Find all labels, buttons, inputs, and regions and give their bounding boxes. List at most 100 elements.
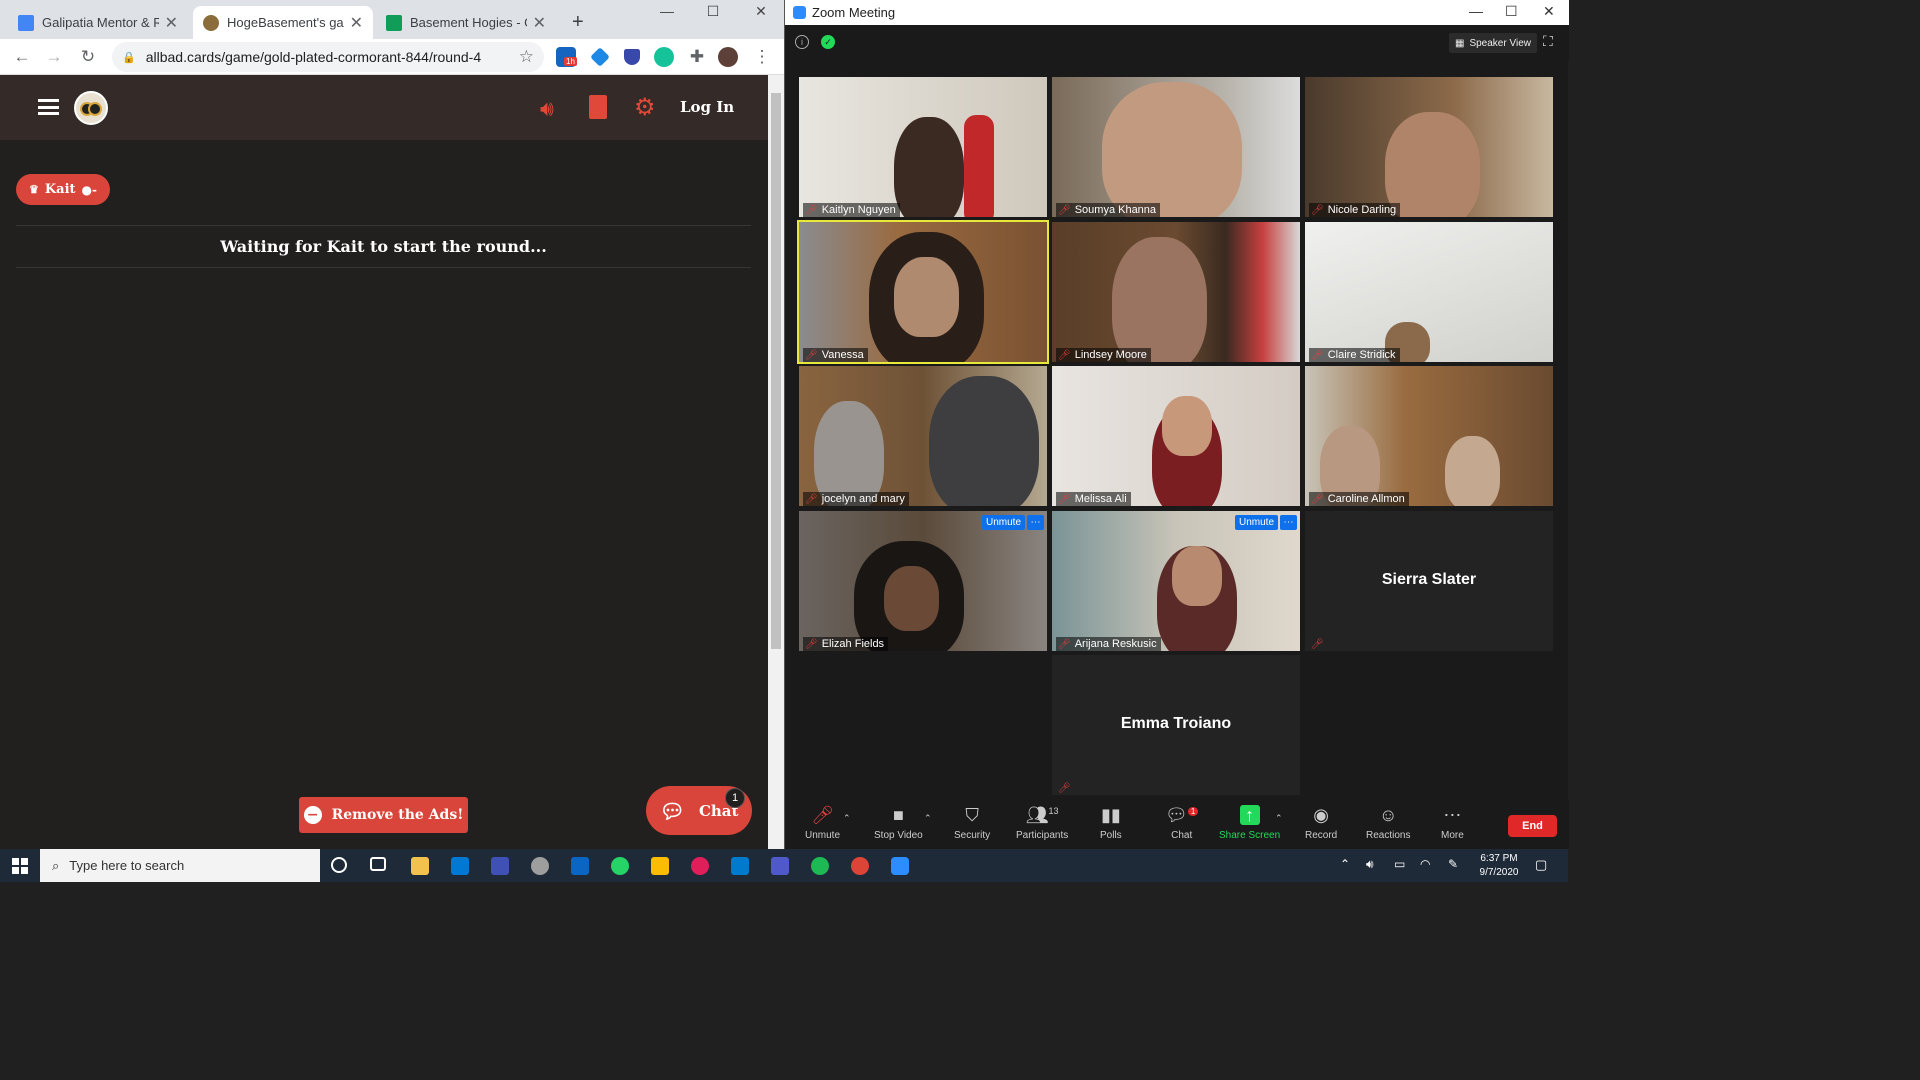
video-tile[interactable]: 🎤︎ Claire Stridick bbox=[1305, 222, 1553, 362]
video-tile[interactable]: 🎤︎ Lindsey Moore bbox=[1052, 222, 1300, 362]
unmute-participant-button[interactable]: Unmute bbox=[982, 515, 1026, 530]
app-icon[interactable] bbox=[531, 857, 549, 875]
video-tile[interactable]: 🎤︎ Nicole Darling bbox=[1305, 77, 1553, 217]
end-meeting-button[interactable]: End bbox=[1508, 815, 1557, 837]
back-icon[interactable]: ← bbox=[10, 45, 34, 69]
scrollbar-thumb[interactable] bbox=[771, 93, 781, 649]
teams-icon[interactable] bbox=[771, 857, 789, 875]
task-view-icon[interactable] bbox=[370, 857, 386, 871]
keep-icon[interactable] bbox=[651, 857, 669, 875]
security-button[interactable]: ⛉ Security bbox=[954, 805, 990, 841]
zoom-icon[interactable] bbox=[891, 857, 909, 875]
video-tile-no-video[interactable]: Emma Troiano 🎤︎ bbox=[1052, 655, 1300, 795]
video-tile[interactable]: 🎤︎ Melissa Ali bbox=[1052, 366, 1300, 506]
calculator-icon[interactable] bbox=[491, 857, 509, 875]
battery-icon[interactable]: ▭ bbox=[1394, 857, 1405, 871]
windows-start-icon[interactable] bbox=[0, 849, 40, 882]
spotify-icon[interactable] bbox=[811, 857, 829, 875]
polls-button[interactable]: ▮▮ Polls bbox=[1100, 805, 1122, 841]
puzzle-extensions-icon[interactable]: ✚ bbox=[685, 45, 709, 69]
close-icon[interactable]: ✕ bbox=[533, 13, 546, 33]
divider bbox=[16, 225, 751, 226]
chrome-icon[interactable] bbox=[851, 857, 869, 875]
grammarly-icon[interactable] bbox=[654, 47, 674, 67]
hamburger-icon[interactable] bbox=[38, 99, 59, 115]
video-tile[interactable]: 🎤︎ Kaitlyn Nguyen bbox=[799, 77, 1047, 217]
chat-button[interactable]: 💬︎ 1 Chat bbox=[1165, 805, 1199, 841]
system-clock[interactable]: 6:37 PM 9/7/2020 bbox=[1470, 852, 1528, 880]
divider bbox=[16, 267, 751, 268]
login-link[interactable]: Log In bbox=[680, 98, 734, 116]
tab-basement-hogies[interactable]: Basement Hogies - G ✕ bbox=[376, 6, 556, 39]
video-tile[interactable]: 🎤︎ Caroline Allmon bbox=[1305, 366, 1553, 506]
minimize-icon[interactable]: — bbox=[644, 0, 690, 22]
profile-avatar[interactable] bbox=[718, 47, 738, 67]
video-tile[interactable]: 🎤︎ Soumya Khanna bbox=[1052, 77, 1300, 217]
owl-logo[interactable] bbox=[74, 91, 108, 125]
video-tile[interactable]: Unmute ⋯ 🎤︎ Arijana Reskusic bbox=[1052, 511, 1300, 651]
info-icon[interactable]: i bbox=[795, 35, 809, 49]
record-button[interactable]: ◉ Record bbox=[1305, 805, 1337, 841]
maximize-icon[interactable]: ☐ bbox=[1505, 3, 1518, 20]
mail-icon[interactable] bbox=[451, 857, 469, 875]
user-remove-icon: ●- bbox=[81, 182, 97, 197]
cortana-icon[interactable] bbox=[331, 857, 347, 873]
shield-check-icon[interactable]: ✓ bbox=[821, 35, 835, 49]
bar-chart-icon: ▮▮ bbox=[1100, 805, 1121, 825]
volume-icon[interactable]: 🔊︎ bbox=[1366, 857, 1374, 872]
linkedin-icon[interactable] bbox=[571, 857, 589, 875]
video-tile[interactable]: 🎤︎ jocelyn and mary bbox=[799, 366, 1047, 506]
share-screen-button[interactable]: ↑ Share Screen bbox=[1219, 805, 1280, 841]
remove-ads-button[interactable]: − Remove the Ads! bbox=[299, 797, 468, 833]
wifi-icon[interactable]: ◠ bbox=[1420, 857, 1430, 871]
vscode-icon[interactable] bbox=[731, 857, 749, 875]
participants-button[interactable]: 👥︎13 Participants bbox=[1016, 805, 1068, 841]
forward-icon[interactable]: → bbox=[42, 45, 66, 69]
speaker-icon[interactable]: 🔊︎ bbox=[540, 96, 554, 122]
video-options-caret[interactable]: ⌃ bbox=[924, 813, 932, 824]
close-window-icon[interactable]: ✕ bbox=[1543, 3, 1555, 20]
tab-galipatia[interactable]: Galipatia Mentor & R ✕ bbox=[8, 6, 188, 39]
video-tile[interactable]: Unmute ⋯ 🎤︎ Elizah Fields bbox=[799, 511, 1047, 651]
new-tab-button[interactable]: + bbox=[562, 6, 592, 39]
participant-name: Caroline Allmon bbox=[1327, 493, 1405, 505]
whatsapp-icon[interactable] bbox=[611, 857, 629, 875]
player-chip[interactable]: ♛ Kait ●- bbox=[16, 174, 110, 205]
unmute-button[interactable]: 🎤︎ Unmute bbox=[805, 805, 840, 841]
pen-icon[interactable]: ✎ bbox=[1448, 857, 1458, 871]
chevron-up-icon[interactable]: ⌃ bbox=[1340, 857, 1350, 871]
participant-name-tag: 🎤︎ bbox=[1056, 782, 1075, 795]
reload-icon[interactable]: ↻ bbox=[76, 45, 100, 69]
graduation-extension-icon[interactable] bbox=[624, 49, 640, 65]
speaker-view-label: Speaker View bbox=[1469, 37, 1531, 49]
audio-options-caret[interactable]: ⌃ bbox=[843, 813, 851, 824]
stop-video-button[interactable]: ■ Stop Video bbox=[874, 805, 923, 841]
maximize-icon[interactable]: ☐ bbox=[690, 0, 736, 22]
clipboard-icon[interactable] bbox=[589, 95, 607, 119]
diamond-extension-icon[interactable] bbox=[590, 47, 610, 67]
more-options-icon[interactable]: ⋯ bbox=[1280, 515, 1297, 530]
taskbar-search[interactable]: ⌕ Type here to search bbox=[40, 849, 320, 882]
more-button[interactable]: ⋯ More bbox=[1441, 805, 1464, 841]
close-window-icon[interactable]: ✕ bbox=[738, 0, 784, 22]
gear-icon[interactable]: ⚙ bbox=[634, 93, 656, 122]
minimize-icon[interactable]: — bbox=[1469, 3, 1483, 19]
fullscreen-icon[interactable]: ⛶ bbox=[1543, 33, 1553, 50]
reactions-button[interactable]: ☺ Reactions bbox=[1366, 805, 1410, 841]
share-options-caret[interactable]: ⌃ bbox=[1275, 813, 1283, 824]
calendar-extension-icon[interactable]: 1h bbox=[556, 47, 577, 67]
bookmark-star-icon[interactable]: ☆ bbox=[519, 47, 534, 67]
close-icon[interactable]: ✕ bbox=[350, 13, 363, 33]
video-tile-active-speaker[interactable]: 🎤︎ Vanessa bbox=[797, 220, 1049, 364]
video-tile-no-video[interactable]: Sierra Slater 🎤︎ bbox=[1305, 511, 1553, 651]
unmute-participant-button[interactable]: Unmute bbox=[1235, 515, 1279, 530]
address-bar[interactable]: 🔒 allbad.cards/game/gold-plated-cormoran… bbox=[112, 42, 544, 72]
more-options-icon[interactable]: ⋯ bbox=[1027, 515, 1044, 530]
kebab-menu-icon[interactable]: ⋮ bbox=[750, 45, 774, 69]
speaker-view-button[interactable]: ▦ Speaker View bbox=[1449, 33, 1537, 53]
file-explorer-icon[interactable] bbox=[411, 857, 429, 875]
close-icon[interactable]: ✕ bbox=[165, 13, 178, 33]
notification-icon[interactable]: ▢ bbox=[1535, 857, 1547, 873]
slack-icon[interactable] bbox=[691, 857, 709, 875]
tab-hogebasement[interactable]: HogeBasement's gam ✕ bbox=[193, 6, 373, 39]
